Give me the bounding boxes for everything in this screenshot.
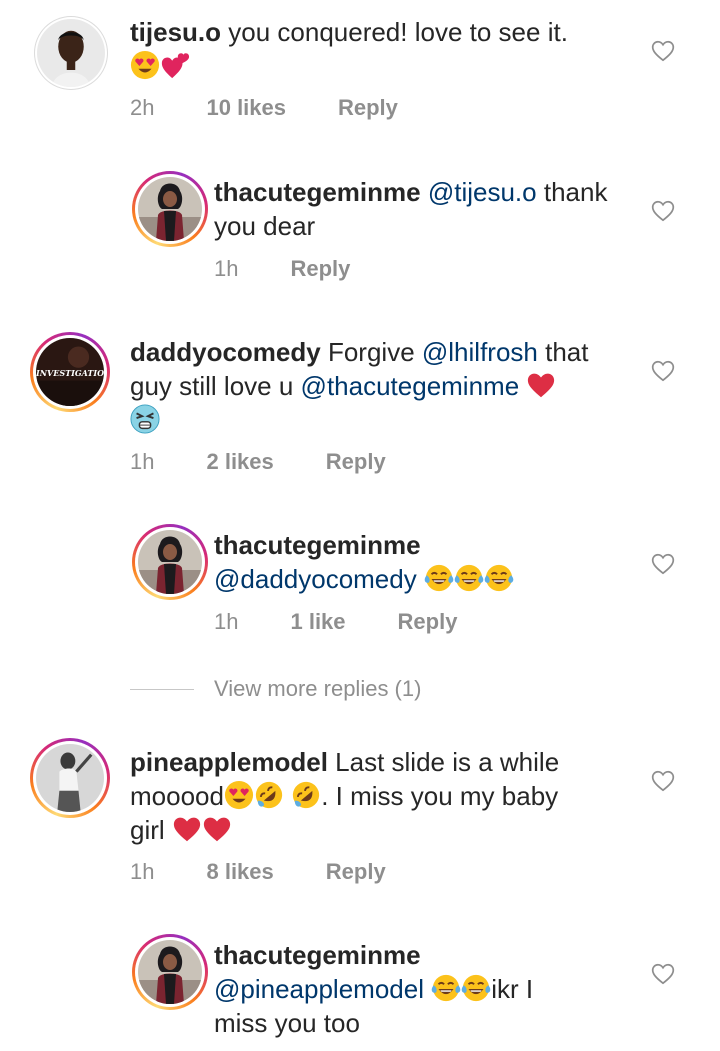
comment-username[interactable]: daddyocomedy (130, 337, 321, 367)
comment-time: 1h (130, 449, 155, 474)
avatar-image (138, 940, 202, 1004)
comment-username[interactable]: thacutegeminme (214, 177, 421, 207)
comment-meta: 1h 8 likes Reply (130, 859, 438, 885)
avatar-image (138, 177, 202, 241)
comment-body: . I miss you my baby (321, 781, 559, 811)
mention-link[interactable]: @daddyocomedy (214, 564, 417, 594)
comment-body: Last slide is a while (335, 747, 560, 777)
rofl-icon (254, 780, 284, 810)
comment-time: 1h (130, 859, 155, 884)
comment-meta: 1h 2 likes Reply (130, 449, 438, 475)
red-heart-icon (202, 814, 232, 844)
comment-text: thacutegeminme @daddyocomedy (214, 528, 634, 596)
heart-eyes-icon (130, 50, 160, 80)
comment-time: 2h (130, 95, 155, 120)
likes-count[interactable]: 10 likes (206, 95, 286, 121)
comment-text: thacutegeminme @tijesu.o thank you dear (214, 175, 634, 243)
tears-of-joy-icon (424, 563, 454, 593)
likes-count[interactable]: 2 likes (206, 449, 273, 475)
avatar[interactable] (132, 934, 208, 1010)
comment-text: pineapplemodel Last slide is a while moo… (130, 745, 630, 847)
heart-outline-icon[interactable] (650, 198, 676, 224)
comment-body: ikr I (491, 974, 534, 1004)
comment-body: mooood (130, 781, 224, 811)
tears-of-joy-icon (431, 973, 461, 1003)
comment-time: 1h (214, 256, 239, 281)
reply-button[interactable]: Reply (338, 95, 398, 121)
comment-body: miss you too (214, 1008, 360, 1038)
avatar-image (138, 530, 202, 594)
avatar-image (36, 744, 104, 812)
avatar[interactable] (34, 16, 108, 90)
avatar-logo-text: INVESTIGATION (36, 368, 104, 378)
avatar[interactable] (132, 524, 208, 600)
comment-text: daddyocomedy Forgive @lhilfrosh that guy… (130, 335, 630, 437)
avatar[interactable]: INVESTIGATION (30, 332, 110, 412)
comment-username[interactable]: thacutegeminme (214, 530, 421, 560)
comment-meta: 2h 10 likes Reply (130, 95, 450, 121)
comment-username[interactable]: tijesu.o (130, 17, 221, 47)
comment-body: you conquered! love to see it. (228, 17, 568, 47)
heart-outline-icon[interactable] (650, 38, 676, 64)
comment-meta: 1h 1 like Reply (214, 609, 509, 635)
comments-feed: tijesu.o you conquered! love to see it. … (0, 0, 720, 1051)
likes-count[interactable]: 1 like (290, 609, 345, 635)
heart-eyes-icon (224, 780, 254, 810)
comment-body: Forgive (327, 337, 415, 367)
reply-button[interactable]: Reply (398, 609, 458, 635)
two-hearts-icon (160, 50, 190, 80)
avatar-image: INVESTIGATION (36, 338, 104, 406)
divider-line (130, 688, 194, 690)
heart-outline-icon[interactable] (650, 768, 676, 794)
comment-text: thacutegeminme @pineapplemodel ikr I mis… (214, 938, 634, 1040)
avatar-image (37, 19, 105, 87)
view-more-replies-button[interactable]: View more replies (1) (130, 676, 421, 702)
comment-meta: 1h Reply (214, 256, 402, 282)
red-heart-icon (526, 370, 556, 400)
heart-outline-icon[interactable] (650, 358, 676, 384)
mention-link[interactable]: @thacutegeminme (301, 371, 520, 401)
mention-link[interactable]: @pineapplemodel (214, 974, 424, 1004)
likes-count[interactable]: 8 likes (206, 859, 273, 885)
mention-link[interactable]: @tijesu.o (428, 177, 537, 207)
comment-time: 1h (214, 609, 239, 634)
reply-button[interactable]: Reply (326, 859, 386, 885)
heart-outline-icon[interactable] (650, 551, 676, 577)
avatar[interactable] (30, 738, 110, 818)
mention-link[interactable]: @lhilfrosh (422, 337, 538, 367)
comment-text: tijesu.o you conquered! love to see it. (130, 15, 630, 83)
tears-of-joy-icon (454, 563, 484, 593)
red-heart-icon (172, 814, 202, 844)
tired-face-icon (130, 404, 160, 434)
comment-body: girl (130, 815, 165, 845)
rofl-icon (291, 780, 321, 810)
tears-of-joy-icon (461, 973, 491, 1003)
reply-button[interactable]: Reply (290, 256, 350, 282)
avatar[interactable] (132, 171, 208, 247)
tears-of-joy-icon (484, 563, 514, 593)
comment-username[interactable]: thacutegeminme (214, 940, 421, 970)
view-more-replies-label[interactable]: View more replies (1) (214, 676, 421, 702)
heart-outline-icon[interactable] (650, 961, 676, 987)
comment-username[interactable]: pineapplemodel (130, 747, 328, 777)
reply-button[interactable]: Reply (326, 449, 386, 475)
